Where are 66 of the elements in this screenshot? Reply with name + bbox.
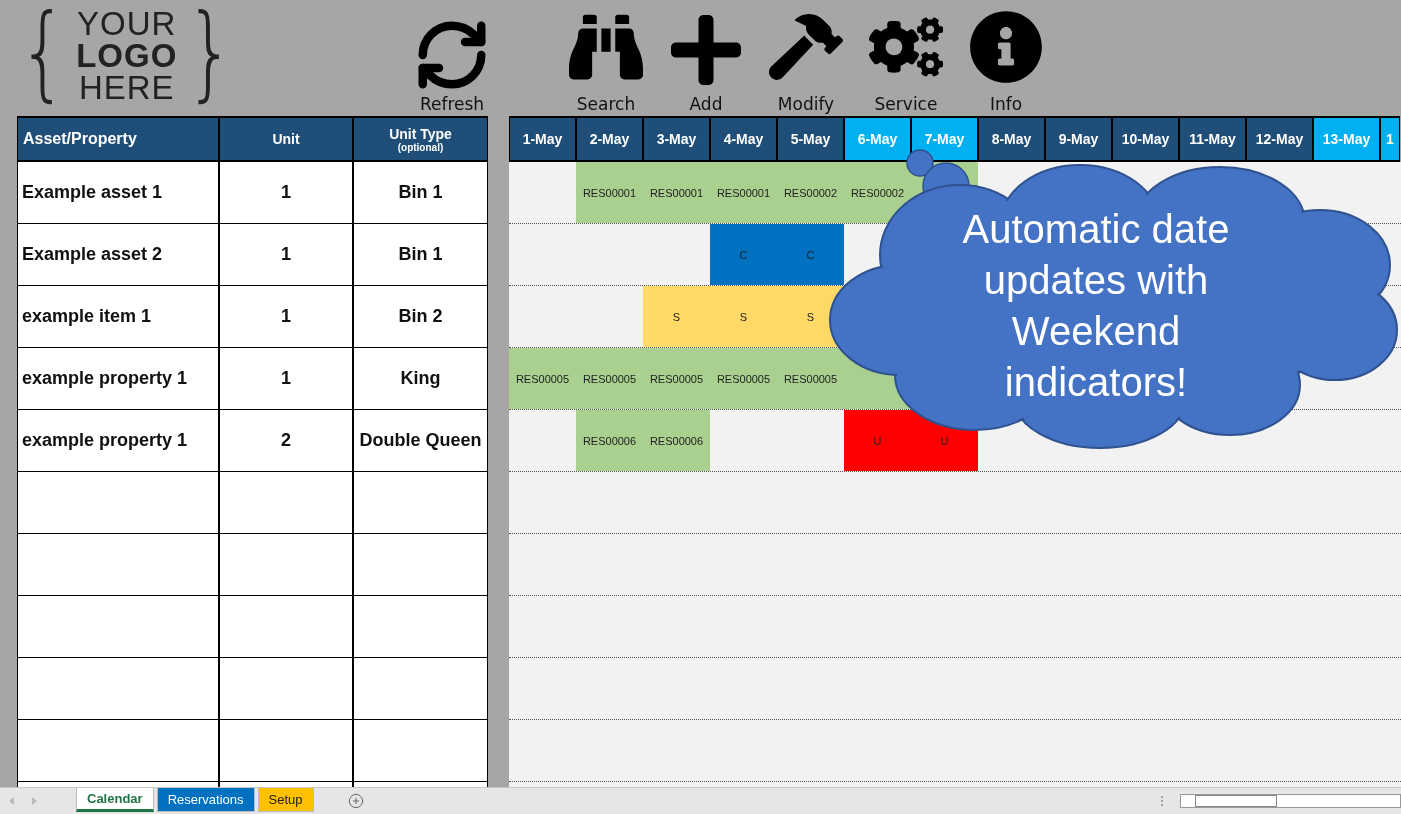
- sheet-tab[interactable]: Calendar: [76, 788, 154, 812]
- booking-cell: RES00001: [710, 162, 777, 223]
- table-cell: King: [353, 348, 488, 410]
- date-header: 5-May: [777, 116, 844, 162]
- booking-cell: U: [844, 410, 911, 471]
- sheet-tab[interactable]: Setup: [257, 788, 314, 812]
- table-cell: example item 1: [17, 286, 219, 348]
- column-note: (optional): [397, 141, 444, 153]
- date-header: 7-May: [911, 116, 978, 162]
- booking-cell: RES00005: [710, 348, 777, 409]
- date-header: 10-May: [1112, 116, 1179, 162]
- date-header: 8-May: [978, 116, 1045, 162]
- date-header: 11-May: [1179, 116, 1246, 162]
- callout-text: Automatic date updates with Weekend indicators!: [961, 206, 1231, 406]
- date-header: 3-May: [643, 116, 710, 162]
- table-cell: 1: [219, 286, 353, 348]
- booking-cell: RES00005: [509, 348, 576, 409]
- sheet-tab[interactable]: Reservations: [156, 788, 255, 812]
- table-cell: Example asset 2: [17, 224, 219, 286]
- refresh-button[interactable]: Refresh: [413, 16, 491, 114]
- column-title: Unit Type: [389, 125, 452, 142]
- table-cell: Bin 2: [353, 286, 488, 348]
- info-icon: [969, 10, 1043, 84]
- booking-cell: S: [710, 286, 777, 347]
- column-header: Unit: [219, 116, 353, 162]
- table-cell: Example asset 1: [17, 162, 219, 224]
- booking-cell: RES00006: [576, 410, 643, 471]
- date-header: 12-May: [1246, 116, 1313, 162]
- date-header: 2-May: [576, 116, 643, 162]
- scroll-right-icon[interactable]: [30, 797, 38, 805]
- booking-cell: RES00005: [643, 348, 710, 409]
- booking-cell: RES00001: [576, 162, 643, 223]
- horizontal-scrollbar[interactable]: [1180, 794, 1401, 808]
- table-cell: 1: [219, 348, 353, 410]
- add-sheet-icon[interactable]: [347, 793, 364, 809]
- column-header: Asset/Property: [17, 116, 219, 162]
- booking-cell: C: [710, 224, 777, 285]
- booking-cell: S: [643, 286, 710, 347]
- modify-button[interactable]: Modify: [761, 10, 851, 114]
- booking-cell: RES00002: [844, 162, 911, 223]
- add-button[interactable]: Add: [661, 10, 751, 114]
- date-header: 1: [1380, 116, 1400, 162]
- date-header: 13-May: [1313, 116, 1380, 162]
- table-cell: 1: [219, 224, 353, 286]
- booking-cell: RES00005: [576, 348, 643, 409]
- date-header: 4-May: [710, 116, 777, 162]
- booking-cell: C: [777, 224, 844, 285]
- service-button[interactable]: Service: [861, 10, 951, 114]
- booking-cell: RES00001: [643, 162, 710, 223]
- booking-cell: RES00005: [777, 348, 844, 409]
- date-header: 6-May: [844, 116, 911, 162]
- table-cell: example property 1: [17, 410, 219, 472]
- table-cell: Bin 1: [353, 224, 488, 286]
- table-cell: 2: [219, 410, 353, 472]
- table-cell: example property 1: [17, 348, 219, 410]
- table-cell: Double Queen: [353, 410, 488, 472]
- date-header: 9-May: [1045, 116, 1112, 162]
- date-header: 1-May: [509, 116, 576, 162]
- table-cell: 1: [219, 162, 353, 224]
- booking-cell: RES00006: [643, 410, 710, 471]
- booking-cell: RES00002: [777, 162, 844, 223]
- table-cell: Bin 1: [353, 162, 488, 224]
- search-button[interactable]: Search: [561, 10, 651, 114]
- info-button[interactable]: Info: [961, 10, 1051, 114]
- scroll-left-icon[interactable]: [8, 797, 16, 805]
- more-icon[interactable]: [1160, 795, 1164, 807]
